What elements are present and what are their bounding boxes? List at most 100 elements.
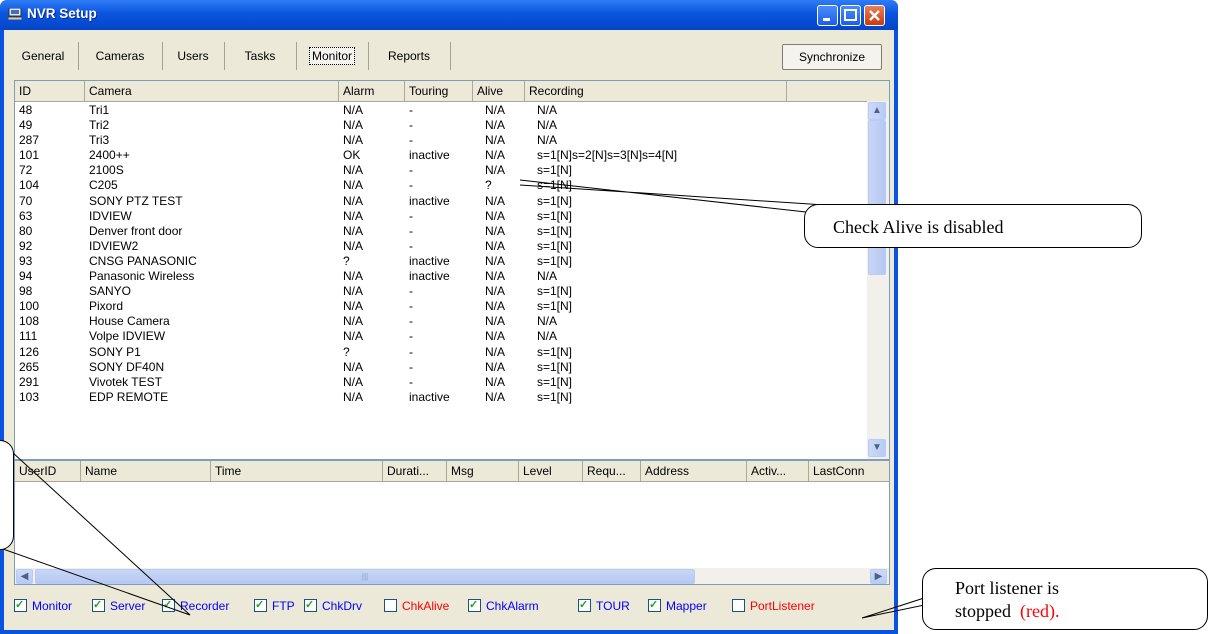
column-header-id[interactable]: ID bbox=[15, 81, 85, 101]
tab-users[interactable]: Users bbox=[162, 42, 225, 70]
checkbox[interactable] bbox=[384, 599, 397, 612]
table-cell: N/A bbox=[343, 103, 364, 117]
check-label: Server bbox=[110, 599, 146, 613]
tab-tasks[interactable]: Tasks bbox=[224, 42, 297, 70]
table-cell: - bbox=[409, 208, 413, 223]
close-button[interactable] bbox=[864, 5, 885, 26]
table-cell: 108 bbox=[19, 314, 40, 329]
scroll-down-button[interactable]: ▼ bbox=[868, 439, 886, 457]
window-title: NVR Setup bbox=[27, 6, 97, 21]
check-ftp[interactable]: FTP bbox=[254, 597, 295, 614]
maximize-button[interactable] bbox=[840, 5, 861, 26]
table-cell: N/A bbox=[537, 118, 558, 133]
tab-general[interactable]: General bbox=[8, 42, 79, 70]
check-portlistener[interactable]: PortListener bbox=[732, 598, 815, 614]
table-cell: 63 bbox=[19, 208, 33, 223]
checkbox[interactable] bbox=[92, 597, 105, 613]
column-header-level[interactable]: Level bbox=[519, 461, 583, 481]
column-header-userid[interactable]: UserID bbox=[15, 461, 81, 481]
table-cell: 49 bbox=[19, 118, 33, 133]
check-chkalive[interactable]: ChkAlive bbox=[384, 598, 449, 614]
check-tour[interactable]: TOUR bbox=[578, 597, 630, 614]
camera-table-header: ID Camera Alarm Touring Alive Recording bbox=[15, 81, 889, 102]
table-cell: s=1[N] bbox=[537, 344, 573, 359]
check-monitor[interactable]: Monitor bbox=[14, 597, 72, 614]
tab-reports[interactable]: Reports bbox=[368, 42, 451, 70]
checkbox[interactable] bbox=[162, 597, 175, 613]
table-cell: 126 bbox=[19, 344, 40, 359]
table-cell: 98 bbox=[19, 284, 33, 299]
table-cell: 2400++ bbox=[89, 148, 130, 163]
column-header-active[interactable]: Activ... bbox=[747, 461, 809, 481]
table-cell: N/A bbox=[343, 269, 364, 284]
table-cell: IDVIEW2 bbox=[89, 238, 139, 253]
check-recorder[interactable]: Recorder bbox=[162, 597, 229, 614]
table-cell: N/A bbox=[343, 314, 364, 329]
title-bar[interactable]: NVR Setup bbox=[0, 0, 898, 30]
horizontal-scrollbar[interactable]: ◀ ||| ▶ bbox=[15, 568, 889, 584]
table-cell: 80 bbox=[19, 223, 33, 238]
column-header-time[interactable]: Time bbox=[211, 461, 383, 481]
checkbox[interactable] bbox=[254, 597, 267, 613]
checkbox[interactable] bbox=[468, 597, 481, 613]
checkbox[interactable] bbox=[304, 597, 317, 613]
table-cell: N/A bbox=[485, 389, 506, 404]
column-header-recording[interactable]: Recording bbox=[525, 81, 787, 101]
check-label: ChkDrv bbox=[322, 599, 363, 613]
table-cell: N/A bbox=[485, 299, 506, 314]
table-cell: N/A bbox=[343, 238, 364, 253]
checkbox[interactable] bbox=[648, 597, 661, 613]
callout-port-listener: Port listener is stopped (red). bbox=[922, 568, 1208, 630]
tab-monitor[interactable]: Monitor bbox=[296, 42, 369, 70]
column-header-msg[interactable]: Msg bbox=[447, 461, 519, 481]
table-cell: 100 bbox=[19, 299, 40, 314]
column-header-alarm[interactable]: Alarm bbox=[339, 81, 405, 101]
table-cell: 291 bbox=[19, 374, 40, 389]
table-cell: N/A bbox=[485, 284, 506, 299]
checkbox[interactable] bbox=[732, 599, 745, 612]
table-cell: s=1[N]s=2[N]s=3[N]s=4[N] bbox=[537, 148, 678, 163]
check-mapper[interactable]: Mapper bbox=[648, 597, 707, 614]
column-header-name[interactable]: Name bbox=[81, 461, 211, 481]
table-cell: N/A bbox=[537, 103, 558, 117]
check-chkalarm[interactable]: ChkAlarm bbox=[468, 597, 539, 614]
column-header-address[interactable]: Address bbox=[641, 461, 747, 481]
checkbox[interactable] bbox=[14, 597, 27, 613]
horizontal-scroll-thumb[interactable]: ||| bbox=[35, 569, 695, 584]
column-header-lastconn[interactable]: LastConn bbox=[809, 461, 889, 481]
tab-cameras[interactable]: Cameras bbox=[78, 42, 163, 70]
table-cell: 93 bbox=[19, 253, 33, 268]
table-cell: N/A bbox=[485, 253, 506, 268]
table-cell: 48 bbox=[19, 103, 33, 117]
table-cell: s=1[N] bbox=[537, 208, 573, 223]
scroll-up-button[interactable]: ▲ bbox=[868, 102, 886, 120]
column-header-camera[interactable]: Camera bbox=[85, 81, 339, 101]
scroll-right-button[interactable]: ▶ bbox=[870, 569, 887, 584]
scroll-thumb[interactable] bbox=[868, 120, 886, 275]
vertical-scrollbar[interactable]: ▲ ▼ bbox=[867, 101, 889, 459]
synchronize-button[interactable]: Synchronize bbox=[782, 44, 882, 70]
minimize-button[interactable] bbox=[817, 5, 838, 26]
table-cell: N/A bbox=[485, 148, 506, 163]
table-cell: N/A bbox=[343, 284, 364, 299]
column-header-duration[interactable]: Durati... bbox=[383, 461, 447, 481]
table-cell: N/A bbox=[485, 118, 506, 133]
check-chkdrv[interactable]: ChkDrv bbox=[304, 597, 363, 614]
scroll-left-button[interactable]: ◀ bbox=[16, 569, 33, 584]
tab-label: Users bbox=[177, 49, 209, 63]
table-cell: IDVIEW bbox=[89, 208, 132, 223]
table-cell: N/A bbox=[485, 208, 506, 223]
column-header-alive[interactable]: Alive bbox=[473, 81, 525, 101]
table-cell: Tri3 bbox=[89, 133, 110, 148]
checkbox[interactable] bbox=[578, 597, 591, 613]
column-header-request[interactable]: Requ... bbox=[583, 461, 641, 481]
tab-label: Monitor bbox=[308, 47, 355, 65]
grip-icon: ||| bbox=[361, 572, 369, 581]
camera-table: ID Camera Alarm Touring Alive Recording … bbox=[14, 80, 890, 460]
check-server[interactable]: Server bbox=[92, 597, 146, 614]
column-header-touring[interactable]: Touring bbox=[405, 81, 473, 101]
table-cell: 111 bbox=[19, 329, 38, 344]
table-cell: 2100S bbox=[89, 163, 124, 178]
table-cell: House Camera bbox=[89, 314, 170, 329]
table-cell: s=1[N] bbox=[537, 163, 573, 178]
